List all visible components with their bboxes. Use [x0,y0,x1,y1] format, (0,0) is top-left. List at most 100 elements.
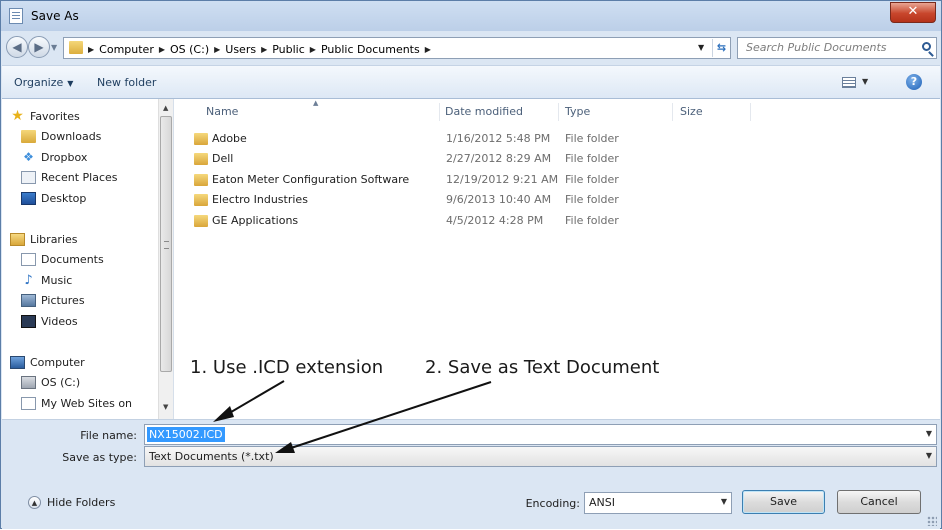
close-button[interactable]: ✕ [890,2,936,23]
chevron-down-icon[interactable]: ▼ [926,451,932,460]
save-type-value: Text Documents (*.txt) [149,450,274,463]
command-bar: Organize ▼ New folder ▼ ? [2,65,940,99]
save-type-select[interactable]: Text Documents (*.txt) ▼ [144,446,937,467]
scroll-down-icon[interactable]: ▼ [163,403,168,411]
breadcrumb-public[interactable]: Public [272,43,305,56]
sidebar-item-my-web-sites[interactable]: My Web Sites on [21,397,132,410]
column-divider[interactable] [672,103,673,121]
forward-button[interactable]: ▶ [28,36,50,58]
column-header-date[interactable]: Date modified [445,105,523,118]
organize-button[interactable]: Organize ▼ [14,76,73,89]
history-dropdown-icon[interactable]: ▼ [51,44,59,52]
scroll-up-icon[interactable]: ▲ [163,104,168,112]
sidebar-item-label: Videos [41,315,78,328]
encoding-label: Encoding: [525,497,580,510]
change-view-icon[interactable] [842,77,856,88]
chevron-right-icon[interactable]: ▶ [425,45,431,54]
file-type: File folder [565,214,619,227]
column-divider[interactable] [439,103,440,121]
sidebar-item-downloads[interactable]: Downloads [21,130,101,143]
sidebar-item-label: Dropbox [41,151,88,164]
sidebar-item-label: Desktop [41,192,87,205]
sidebar-item-desktop[interactable]: Desktop [21,192,86,205]
sidebar-item-recent-places[interactable]: Recent Places [21,171,118,184]
sidebar-item-documents[interactable]: Documents [21,253,104,266]
breadcrumb-computer[interactable]: Computer [99,43,154,56]
column-divider[interactable] [558,103,559,121]
encoding-select[interactable]: ANSI ▼ [584,492,732,514]
file-name-label: File name: [80,429,137,442]
scrollbar-thumb[interactable] [160,116,172,372]
column-header-name[interactable]: Name [206,105,238,118]
hide-folders-label: Hide Folders [47,496,116,509]
save-as-dialog: Save As ✕ ◀ ▶ ▼ ▶ Computer ▶ OS (C:) ▶ U… [0,0,942,529]
grip-icon [164,241,169,249]
folder-icon [194,174,208,186]
chevron-right-icon[interactable]: ▶ [159,45,165,54]
chevron-right-icon[interactable]: ▶ [261,45,267,54]
folder-icon [69,41,83,54]
sidebar-item-pictures[interactable]: Pictures [21,294,85,307]
hide-folders-button[interactable]: ▲ Hide Folders [28,496,115,509]
chevron-down-icon[interactable]: ▼ [926,429,932,438]
address-row: ◀ ▶ ▼ ▶ Computer ▶ OS (C:) ▶ Users ▶ Pub… [1,31,941,65]
table-row[interactable]: Eaton Meter Configuration Software 12/19/… [174,170,940,190]
column-divider[interactable] [750,103,751,121]
chevron-right-icon[interactable]: ▶ [310,45,316,54]
address-bar[interactable]: ▶ Computer ▶ OS (C:) ▶ Users ▶ Public ▶ … [63,37,731,59]
sidebar-item-label: Pictures [41,294,85,307]
sidebar-item-dropbox[interactable]: ❖ Dropbox [21,150,88,165]
breadcrumb-public-documents[interactable]: Public Documents [321,43,420,56]
breadcrumb-drive[interactable]: OS (C:) [170,43,209,56]
drive-icon [21,376,36,389]
sidebar-item-computer[interactable]: Computer [10,356,85,369]
sidebar-item-label: Favorites [30,110,80,123]
web-folder-icon [21,397,36,410]
resize-grip-icon[interactable] [927,516,937,526]
save-type-label: Save as type: [62,451,137,464]
file-name-field[interactable]: NX15002.ICD ▼ [144,424,937,445]
sidebar-item-videos[interactable]: Videos [21,315,78,328]
sidebar-item-label: Computer [30,356,85,369]
address-dropdown-icon[interactable]: ▼ [698,43,704,52]
chevron-right-icon[interactable]: ▶ [214,45,220,54]
view-dropdown-icon[interactable]: ▼ [862,77,868,86]
search-icon[interactable] [922,42,931,51]
navigation-pane: ★ Favorites Downloads ❖ Dropbox Recent Pla… [2,99,174,419]
documents-icon [21,253,36,266]
help-icon[interactable]: ? [906,74,922,90]
desktop-icon [21,192,36,205]
column-header-size[interactable]: Size [680,105,703,118]
sort-ascending-icon: ▲ [313,99,319,107]
music-icon: ♪ [24,273,33,288]
sidebar-item-os-drive[interactable]: OS (C:) [21,376,80,389]
new-folder-button[interactable]: New folder [97,76,156,89]
cancel-button[interactable]: Cancel [837,490,921,514]
save-options-panel: File name: NX15002.ICD ▼ Save as type: T… [2,419,940,529]
file-date: 2/27/2012 8:29 AM [446,152,552,165]
save-button[interactable]: Save [742,490,825,514]
breadcrumb-users[interactable]: Users [225,43,256,56]
refresh-icon[interactable]: ⇆ [712,39,730,57]
file-name: Adobe [212,132,247,145]
back-button[interactable]: ◀ [6,36,28,58]
table-row[interactable]: GE Applications 4/5/2012 4:28 PM File fold… [174,211,940,231]
column-header-type[interactable]: Type [565,105,590,118]
chevron-right-icon[interactable]: ▶ [88,45,94,54]
sidebar-item-music[interactable]: ♪ Music [21,274,72,287]
breadcrumb: ▶ Computer ▶ OS (C:) ▶ Users ▶ Public ▶ … [88,41,431,57]
table-row[interactable]: Electro Industries 9/6/2013 10:40 AM File … [174,190,940,210]
sidebar-item-label: Downloads [41,130,102,143]
sidebar-item-favorites[interactable]: ★ Favorites [10,109,80,123]
table-row[interactable]: Dell 2/27/2012 8:29 AM File folder [174,149,940,169]
sidebar-item-libraries[interactable]: Libraries [10,233,78,246]
file-name: Eaton Meter Configuration Software [212,173,410,186]
table-row[interactable]: Adobe 1/16/2012 5:48 PM File folder [174,129,940,149]
title-bar: Save As ✕ [1,1,941,31]
chevron-down-icon[interactable]: ▼ [721,497,727,506]
sidebar-scrollbar[interactable]: ▲ ▼ [158,99,173,419]
search-input[interactable]: Search Public Documents [737,37,937,59]
sidebar-item-label: Music [41,274,73,287]
search-placeholder: Search Public Documents [746,41,887,54]
dropbox-icon: ❖ [23,150,34,164]
